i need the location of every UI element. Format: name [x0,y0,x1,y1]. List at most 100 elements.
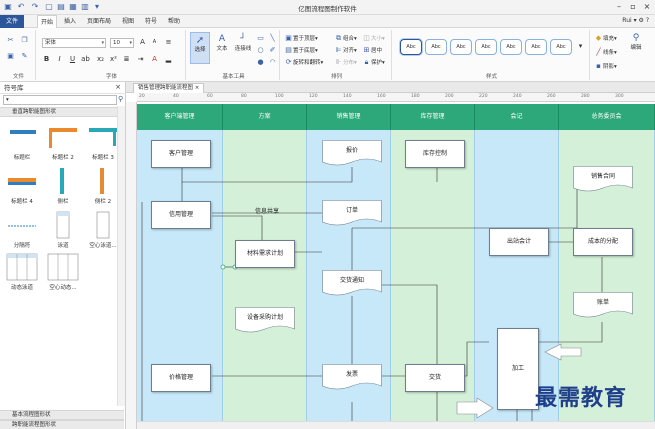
symbol-hollow-dynamic-swimlane[interactable]: 空心动态... [43,250,83,292]
bullet-list-icon[interactable]: ≡ [164,38,173,47]
font-color-icon[interactable]: A [150,55,159,64]
category-vertical-crossfunc[interactable]: 垂直跨职能图形状 [0,107,124,117]
edit-button[interactable]: ⚲ 编辑 [624,34,648,64]
search-icon[interactable]: ⚲ [118,95,123,103]
italic-button[interactable]: I [55,55,64,64]
ribbon-label-tools: 基本工具 [222,74,245,80]
menu-home[interactable]: 开始 [37,15,57,29]
bold-button[interactable]: B [42,55,51,64]
symbol-title-bar-4[interactable]: 标题栏 4 [2,164,42,206]
node-outsource-accounting[interactable]: 出站会计 [489,228,549,256]
style-swatch-1[interactable]: Abc [400,39,422,55]
sidebar-scrollbar[interactable] [117,106,125,406]
group-button[interactable]: ⧉ 组合▾ [334,34,357,43]
style-swatch-3[interactable]: Abc [450,39,472,55]
menu-help[interactable]: 帮助 [164,15,184,28]
node-material-plan[interactable]: 材料需求计划 [235,240,295,268]
connector-tool-button[interactable]: ┘ 连接线 [232,32,254,64]
doc-trade-notice[interactable]: 交货通知 [322,270,382,298]
shrink-font-icon[interactable]: A [150,38,159,47]
help-icon[interactable]: ? [646,17,649,24]
shape-tool-icon[interactable]: ● [256,58,265,67]
subscript-button[interactable]: x₂ [96,55,105,64]
maximize-button[interactable]: ▫ [626,1,640,13]
symbol-title-bar-2[interactable]: 标题栏 2 [43,120,83,162]
doc-sales-contract[interactable]: 销售合同 [573,166,633,194]
node-stock-control[interactable]: 库存控制 [405,140,465,168]
rotate-flip-button[interactable]: ⟳ 旋转和翻转▾ [284,58,324,67]
menu-symbol[interactable]: 符号 [141,15,161,28]
shadow-button[interactable]: ▪ 阴影▾ [594,62,617,71]
user-name[interactable]: Rui [622,17,631,24]
canvas-horizontal-scrollbar[interactable] [137,421,655,429]
font-name-select[interactable]: 宋体 ▾ [42,38,106,48]
symbol-swimlane[interactable]: 泳道 [43,208,83,250]
size-button[interactable]: ◫大小▾ [362,34,385,43]
style-swatch-2[interactable]: Abc [425,39,447,55]
settings-icon[interactable]: ⚙ [639,17,644,24]
style-swatch-4[interactable]: Abc [475,39,497,55]
node-customer-management[interactable]: 客户管理 [151,140,211,168]
format-painter-icon[interactable]: ✎ [20,52,29,61]
edge-label-info-share[interactable]: 信息共享 [255,206,279,215]
doc-equipment-plan[interactable]: 设备采购计划 [235,307,295,335]
superscript-button[interactable]: x² [109,55,118,64]
indent-icon[interactable]: ⇥ [136,55,145,64]
menu-page-layout[interactable]: 页面布局 [84,15,114,28]
protect-button[interactable]: 🔒︎ 保护▾ [362,58,385,67]
node-price-management[interactable]: 价格管理 [151,364,211,392]
style-more-icon[interactable]: ▾ [576,42,585,51]
strikethrough-button[interactable]: ab [81,55,90,64]
style-swatch-7[interactable]: Abc [550,39,572,55]
distribute-button[interactable]: ⊪分布▾ [334,58,356,67]
app-window: { "window": {"title": "亿图流程图制作软件", "user… [0,0,655,429]
category-crossfunc-flowchart[interactable]: 跨职能流程图形状 [0,420,124,429]
close-button[interactable]: × [640,1,654,13]
cut-icon[interactable]: ✂ [6,36,15,45]
align-button[interactable]: ⊫对齐▾ [334,46,356,55]
node-credit-management[interactable]: 信用管理 [151,201,211,229]
user-area[interactable]: Rui ▾ ⚙ ? [622,17,649,24]
copy-icon[interactable]: ❐ [20,36,29,45]
bring-front-button[interactable]: ▣置于顶层▾ [284,34,318,43]
style-swatch-6[interactable]: Abc [525,39,547,55]
send-back-button[interactable]: ▤置于底层▾ [284,46,318,55]
doc-ledger[interactable]: 账单 [573,292,633,320]
paste-icon[interactable]: ▣ [6,52,15,61]
node-cost-allocation[interactable]: 成本的分配 [573,228,633,256]
panel-close-icon[interactable]: × [115,83,121,91]
symbol-dynamic-swimlane[interactable]: 动态泳道 [2,250,42,292]
text-tool-button[interactable]: A 文本 [213,32,231,64]
document-tab[interactable]: 销售管理跨职能流程图 × [133,83,205,93]
line-tool-icon[interactable]: ╲ [268,34,277,43]
fill-button[interactable]: ◆ 填充▾ [594,34,617,43]
font-size-select[interactable]: 10 ▾ [110,38,134,48]
arc-tool-icon[interactable]: ◠ [268,58,277,67]
symbol-search-input[interactable]: ▾ [3,95,117,105]
grow-font-icon[interactable]: A [138,38,147,47]
minimize-button[interactable]: – [612,1,626,13]
node-process[interactable]: 加工 [497,328,539,410]
underline-button[interactable]: U [68,55,77,64]
ellipse-tool-icon[interactable]: ○ [256,46,265,55]
doc-invoice[interactable]: 发票 [322,364,382,392]
select-tool-button[interactable]: ➚ 选择 [190,32,210,64]
symbol-title-bar[interactable]: 标题栏 [2,120,42,162]
doc-report[interactable]: 报价 [322,140,382,168]
highlight-icon[interactable]: ▂ [164,55,173,64]
symbol-separator[interactable]: 分隔符 [2,208,42,250]
category-basic-flowchart[interactable]: 基本流程图形状 [0,410,124,420]
doc-order[interactable]: 订单 [322,200,382,228]
tab-close-icon[interactable]: × [195,85,200,91]
symbol-side-bar[interactable]: 侧栏 [43,164,83,206]
menu-view[interactable]: 视图 [118,15,138,28]
style-swatch-5[interactable]: Abc [500,39,522,55]
center-button[interactable]: ⊞ 居中 [362,46,382,55]
menu-file[interactable]: 文件 [0,15,24,28]
align-icon[interactable]: ≣ [122,55,131,64]
node-deliver[interactable]: 交货 [405,364,465,392]
menu-insert[interactable]: 插入 [60,15,80,28]
line-button[interactable]: ╱ 线条▾ [594,48,616,57]
rectangle-tool-icon[interactable]: ▭ [256,34,265,43]
pencil-tool-icon[interactable]: ✐ [268,46,277,55]
